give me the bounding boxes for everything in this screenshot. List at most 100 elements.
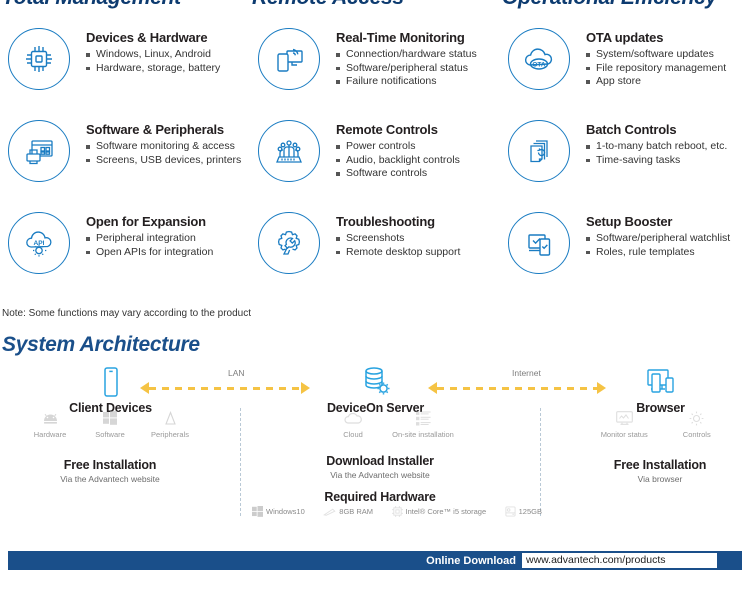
feature-title: Remote Controls bbox=[336, 122, 438, 137]
list-item: Software controls bbox=[336, 167, 500, 181]
software-peripherals-icon bbox=[8, 120, 70, 182]
feature-bullets: Software/peripheral watchlist Roles, rul… bbox=[586, 232, 750, 259]
list-item: Screenshots bbox=[336, 232, 500, 246]
batch-controls-icon bbox=[508, 120, 570, 182]
heading-operational-efficiency: Operational Efficiency bbox=[502, 0, 717, 10]
cloud-icon bbox=[322, 408, 384, 428]
list-item: Time-saving tasks bbox=[586, 154, 750, 168]
subicon-label: Monitor status bbox=[600, 430, 648, 439]
heading-total-management: Total Management bbox=[2, 0, 181, 10]
list-item: Audio, backlight controls bbox=[336, 154, 500, 168]
feature-text: Devices & Hardware Windows, Linux, Andro… bbox=[86, 30, 250, 75]
api-cloud-gear-icon: API bbox=[8, 212, 70, 274]
subicon-label: On-site installation bbox=[392, 430, 454, 439]
feature-text: Real-Time Monitoring Connection/hardware… bbox=[336, 30, 500, 89]
hardware-item-cpu: Intel® Core™ i5 storage bbox=[391, 506, 486, 517]
peripherals-icon bbox=[140, 408, 200, 428]
feature-title: Devices & Hardware bbox=[86, 30, 208, 45]
feature-bullets: Screenshots Remote desktop support bbox=[336, 232, 500, 259]
database-gear-icon bbox=[298, 364, 453, 398]
feature-grid: Devices & Hardware Windows, Linux, Andro… bbox=[0, 22, 750, 298]
feature-bullets: Windows, Linux, Android Hardware, storag… bbox=[86, 48, 250, 75]
hardware-item-ram: 8GB RAM bbox=[323, 507, 373, 517]
product-note: Note: Some functions may vary according … bbox=[2, 308, 252, 319]
subicon-label: Peripherals bbox=[151, 430, 189, 439]
memory-ram-icon bbox=[323, 507, 336, 517]
cpu-icon bbox=[391, 506, 403, 517]
feature-bullets: Software monitoring & access Screens, US… bbox=[86, 140, 250, 167]
subicon-label: Cloud bbox=[343, 430, 363, 439]
list-item: Open APIs for integration bbox=[86, 246, 250, 260]
ota-cloud-icon: OTA bbox=[508, 28, 570, 90]
hardware-item-label: Windows10 bbox=[266, 507, 305, 516]
connection-arrow-internet bbox=[428, 382, 606, 394]
datasheet-page: Total Management Remote Access Operation… bbox=[0, 0, 750, 591]
feature-title: Setup Booster bbox=[586, 214, 673, 229]
install-title: Download Installer bbox=[326, 454, 434, 468]
browser-subicons: Monitor status Controls bbox=[588, 408, 733, 439]
feature-bullets: Peripheral integration Open APIs for int… bbox=[86, 232, 250, 259]
footer-bar: Online Download www.advantech.com/produc… bbox=[8, 551, 742, 570]
feature-text: Batch Controls 1-to-many batch reboot, e… bbox=[586, 122, 750, 167]
list-item: Failure notifications bbox=[336, 75, 500, 89]
connection-label-internet: Internet bbox=[512, 368, 541, 378]
subicon-label: Software bbox=[95, 430, 125, 439]
list-item: App store bbox=[586, 75, 750, 89]
server-subicons: Cloud On-site installation bbox=[318, 408, 458, 439]
column-headings: Total Management Remote Access Operation… bbox=[0, 0, 750, 16]
required-hardware: Required Hardware bbox=[295, 490, 465, 504]
install-title: Free Installation bbox=[63, 458, 157, 472]
client-subicons: Hardware Software Peripherals bbox=[20, 408, 200, 439]
subicon-onsite-installation: On-site installation bbox=[392, 408, 454, 439]
monitor-status-icon bbox=[593, 408, 655, 428]
feature-text: OTA updates System/software updates File… bbox=[586, 30, 750, 89]
divider-right bbox=[540, 408, 541, 516]
mobile-device-icon bbox=[38, 364, 183, 398]
required-hardware-items: Windows10 8GB RAM Intel® Core™ i5 storag… bbox=[252, 506, 542, 517]
list-item: Software/peripheral status bbox=[336, 62, 500, 76]
required-hardware-title: Required Hardware bbox=[324, 490, 436, 504]
feature-bullets: System/software updates File repository … bbox=[586, 48, 750, 89]
hardware-item-label: 8GB RAM bbox=[339, 507, 374, 516]
subicon-label: Hardware bbox=[33, 430, 67, 439]
feature-text: Setup Booster Software/peripheral watchl… bbox=[586, 214, 750, 259]
feature-title: OTA updates bbox=[586, 30, 664, 45]
list-item: Software/peripheral watchlist bbox=[586, 232, 750, 246]
server-installation: Download Installer Via the Advantech web… bbox=[295, 454, 465, 480]
feature-title: Real-Time Monitoring bbox=[336, 30, 465, 45]
heading-remote-access: Remote Access bbox=[252, 0, 404, 10]
onsite-server-icon bbox=[392, 408, 454, 428]
cpu-chip-icon bbox=[8, 28, 70, 90]
feature-title: Troubleshooting bbox=[336, 214, 435, 229]
arrow-dashes bbox=[437, 386, 597, 390]
architecture-diagram: LAN Internet Client Devices Hardware Sof… bbox=[0, 360, 750, 530]
android-icon bbox=[20, 408, 80, 428]
divider-left bbox=[240, 408, 241, 516]
install-title: Free Installation bbox=[613, 458, 707, 472]
install-subtitle: Via the Advantech website bbox=[330, 470, 430, 480]
list-item: Screens, USB devices, printers bbox=[86, 154, 250, 168]
controls-gear-icon bbox=[666, 408, 728, 428]
feature-text: Troubleshooting Screenshots Remote deskt… bbox=[336, 214, 500, 259]
hardware-item-label: 125GB bbox=[518, 507, 542, 516]
subicon-software: Software bbox=[80, 408, 140, 439]
remote-controls-icon bbox=[258, 120, 320, 182]
hdd-storage-icon bbox=[505, 506, 516, 517]
feature-text: Open for Expansion Peripheral integratio… bbox=[86, 214, 250, 259]
list-item: Power controls bbox=[336, 140, 500, 154]
list-item: 1-to-many batch reboot, etc. bbox=[586, 140, 750, 154]
client-installation: Free Installation Via the Advantech webs… bbox=[25, 458, 195, 484]
list-item: Roles, rule templates bbox=[586, 246, 750, 260]
realtime-monitoring-icon bbox=[258, 28, 320, 90]
list-item: Software monitoring & access bbox=[86, 140, 250, 154]
online-download-label: Online Download bbox=[426, 554, 516, 567]
subicon-monitor-status: Monitor status bbox=[593, 408, 655, 439]
feature-title: Batch Controls bbox=[586, 122, 677, 137]
setup-booster-icon bbox=[508, 212, 570, 274]
subicon-label: Controls bbox=[682, 430, 711, 439]
svg-text:OTA: OTA bbox=[532, 62, 546, 69]
list-item: Connection/hardware status bbox=[336, 48, 500, 62]
feature-title: Software & Peripherals bbox=[86, 122, 224, 137]
feature-text: Remote Controls Power controls Audio, ba… bbox=[336, 122, 500, 181]
download-url[interactable]: www.advantech.com/products bbox=[522, 553, 717, 568]
